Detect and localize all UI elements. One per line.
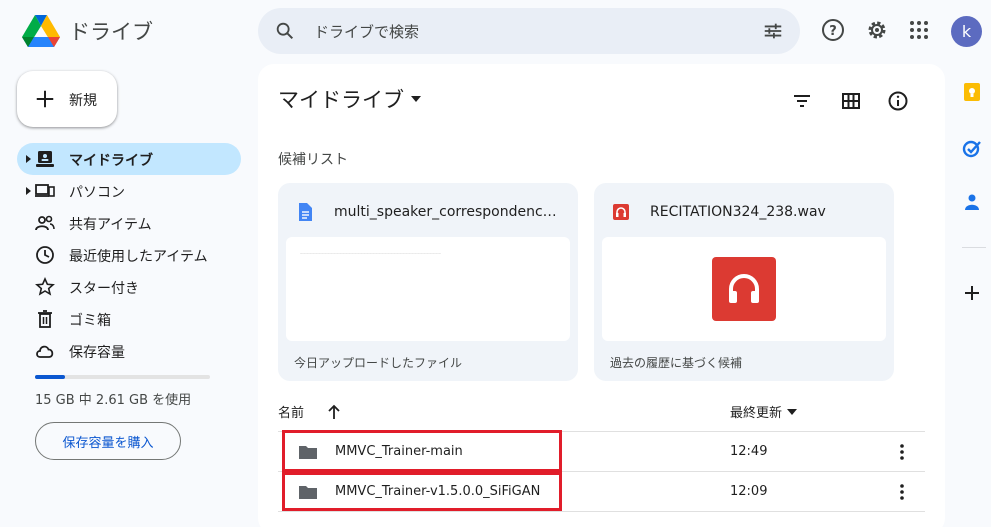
column-header-name[interactable]: 名前 bbox=[278, 402, 348, 421]
storage-usage-bar bbox=[35, 375, 210, 379]
drive-logo-icon bbox=[22, 15, 60, 47]
card-thumbnail bbox=[602, 237, 886, 341]
add-addon-plus-icon[interactable] bbox=[962, 283, 982, 303]
plus-icon bbox=[36, 90, 54, 108]
list-divider bbox=[278, 511, 925, 512]
trash-icon bbox=[38, 310, 52, 328]
file-modified-time: 12:49 bbox=[730, 444, 768, 459]
contacts-icon[interactable] bbox=[962, 192, 982, 212]
cloud-icon bbox=[36, 345, 54, 358]
search-filter-icon[interactable] bbox=[762, 20, 784, 42]
storage-usage-fill bbox=[35, 375, 66, 379]
apps-grid-icon[interactable] bbox=[907, 18, 931, 42]
svg-text:?: ? bbox=[829, 24, 837, 39]
rail-divider bbox=[962, 247, 986, 248]
chevron-down-icon bbox=[411, 96, 421, 102]
clock-icon bbox=[36, 246, 54, 264]
doc-icon bbox=[299, 203, 312, 221]
more-options-icon[interactable] bbox=[892, 482, 912, 502]
main-panel: マイドライブ 候補リスト multi_speaker_correspondenc… bbox=[258, 64, 945, 527]
highlight-box bbox=[282, 430, 562, 472]
sidebar-item-label: 最近使用したアイテム bbox=[69, 249, 208, 265]
suggested-file-card[interactable]: multi_speaker_correspondence.t... ——————… bbox=[278, 183, 578, 381]
info-icon[interactable] bbox=[887, 90, 909, 112]
search-icon[interactable] bbox=[274, 20, 296, 42]
shared-icon bbox=[35, 215, 55, 231]
my-drive-icon bbox=[36, 151, 54, 167]
tasks-icon[interactable] bbox=[962, 138, 982, 158]
audio-icon bbox=[613, 204, 629, 220]
column-header-label: 名前 bbox=[278, 406, 305, 421]
sidebar-item-label: 保存容量 bbox=[69, 345, 125, 361]
headphones-icon bbox=[729, 274, 759, 303]
storage-usage-text: 15 GB 中 2.61 GB を使用 bbox=[35, 393, 192, 408]
sidebar-item-starred[interactable]: スター付き bbox=[17, 271, 241, 303]
sidebar-item-trash[interactable]: ゴミ箱 bbox=[17, 303, 241, 335]
sidebar-item-storage[interactable]: 保存容量 bbox=[17, 335, 241, 367]
sidebar-item-label: スター付き bbox=[69, 281, 139, 297]
new-button[interactable]: 新規 bbox=[17, 71, 117, 127]
audio-thumbnail bbox=[712, 257, 776, 321]
sort-arrow-up-icon[interactable] bbox=[320, 404, 348, 420]
keep-icon[interactable] bbox=[962, 82, 982, 102]
thumbnail-text-lines: ————————————————————————————————————————… bbox=[300, 251, 441, 255]
computer-icon bbox=[35, 184, 55, 197]
card-footer: 過去の履歴に基づく候補 bbox=[610, 356, 743, 370]
expand-caret-icon[interactable] bbox=[26, 154, 32, 164]
card-thumbnail: ————————————————————————————————————————… bbox=[286, 237, 570, 341]
column-header-modified[interactable]: 最終更新 bbox=[730, 402, 798, 421]
sidebar-item-label: 共有アイテム bbox=[69, 217, 152, 233]
sidebar-item-recent[interactable]: 最近使用したアイテム bbox=[17, 239, 241, 271]
filter-icon[interactable] bbox=[791, 90, 813, 112]
account-avatar[interactable]: k bbox=[951, 16, 982, 47]
suggestions-label: 候補リスト bbox=[278, 152, 348, 168]
drive-logo[interactable]: ドライブ bbox=[22, 14, 153, 48]
sidebar-item-computers[interactable]: パソコン bbox=[17, 175, 241, 207]
expand-caret-icon[interactable] bbox=[26, 186, 32, 196]
card-footer: 今日アップロードしたファイル bbox=[294, 356, 463, 370]
chevron-down-icon bbox=[787, 408, 798, 415]
sidebar-item-label: マイドライブ bbox=[69, 153, 153, 169]
file-modified-time: 12:09 bbox=[730, 484, 768, 499]
new-button-label: 新規 bbox=[69, 93, 97, 109]
column-header-label: 最終更新 bbox=[730, 406, 783, 421]
highlight-box bbox=[282, 472, 562, 511]
sidebar-item-label: パソコン bbox=[69, 185, 125, 201]
card-file-name: RECITATION324_238.wav bbox=[650, 204, 826, 220]
settings-gear-icon[interactable] bbox=[865, 18, 889, 42]
suggested-file-card[interactable]: RECITATION324_238.wav 過去の履歴に基づく候補 bbox=[594, 183, 894, 381]
sidebar-item-shared[interactable]: 共有アイテム bbox=[17, 207, 241, 239]
search-bar[interactable]: ドライブで検索 bbox=[258, 8, 800, 54]
help-icon[interactable]: ? bbox=[821, 18, 845, 42]
star-icon bbox=[35, 277, 55, 296]
sidebar-item-label: ゴミ箱 bbox=[69, 313, 111, 329]
app-title: ドライブ bbox=[69, 20, 153, 44]
buy-storage-button[interactable]: 保存容量を購入 bbox=[35, 422, 181, 460]
page-title[interactable]: マイドライブ bbox=[278, 84, 422, 114]
grid-view-icon[interactable] bbox=[840, 90, 862, 112]
card-file-name: multi_speaker_correspondence.t... bbox=[334, 204, 564, 220]
search-input[interactable]: ドライブで検索 bbox=[314, 21, 419, 42]
more-options-icon[interactable] bbox=[892, 442, 912, 462]
sidebar-item-my-drive[interactable]: マイドライブ bbox=[17, 143, 241, 175]
page-title-text: マイドライブ bbox=[278, 88, 404, 112]
